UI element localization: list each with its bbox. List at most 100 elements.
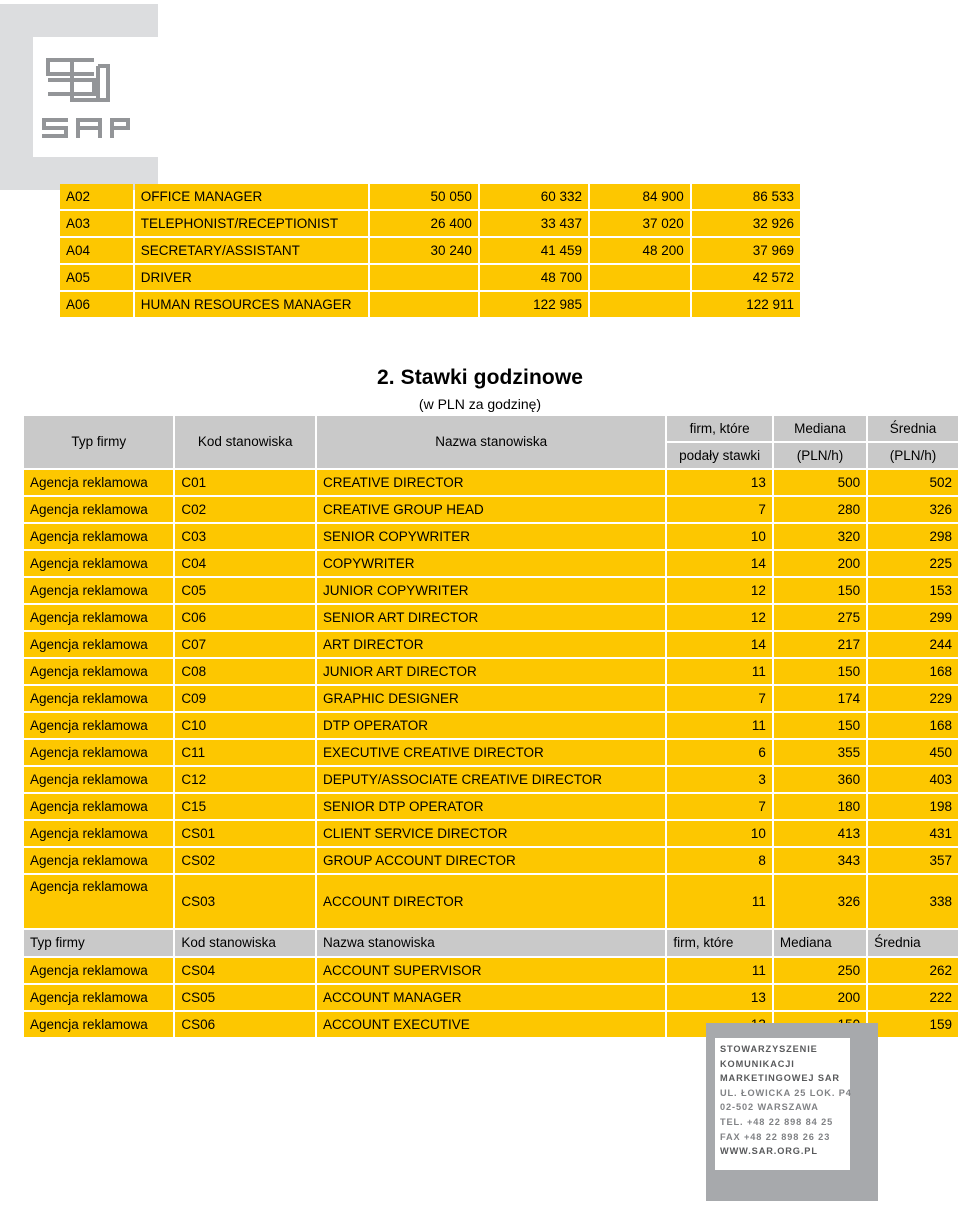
top-table-body: A02 OFFICE MANAGER 50 050 60 332 84 900 86 53… xyxy=(60,184,800,317)
cell-nazwa-stanowiska: JUNIOR ART DIRECTOR xyxy=(317,659,666,684)
column-header-mediana-line1: Mediana xyxy=(773,416,867,441)
cell-nazwa-stanowiska: CREATIVE DIRECTOR xyxy=(317,470,666,495)
cell-firm-count: 11 xyxy=(667,659,772,684)
cell-firm-count: 3 xyxy=(667,767,772,792)
cell-code: A06 xyxy=(60,292,133,317)
cell-value-2: 33 437 xyxy=(479,211,588,236)
table-row: Agencja reklamowa C06 SENIOR ART DIRECTOR 1… xyxy=(24,605,958,630)
cell-nazwa-stanowiska: COPYWRITER xyxy=(317,551,666,576)
hourly-rates-table-body: Agencja reklamowa C01 CREATIVE DIRECTOR 13 5… xyxy=(24,470,958,1037)
cell-firm-count: 11 xyxy=(667,958,772,983)
table-row: Agencja reklamowa C08 JUNIOR ART DIRECTOR 1… xyxy=(24,659,958,684)
hourly-rates-table-head: Typ firmy Kod stanowiska Nazwa stanowisk… xyxy=(24,416,958,468)
cell-value-3 xyxy=(589,292,690,317)
sar-footer-address-block: STOWARZYSZENIE KOMUNIKACJI MARKETINGOWEJ S… xyxy=(706,1023,878,1201)
cell-position-name: OFFICE MANAGER xyxy=(134,184,368,209)
cell-srednia: 450 xyxy=(868,740,958,765)
cell-nazwa-stanowiska: ACCOUNT MANAGER xyxy=(317,985,666,1010)
cell-value-4: 37 969 xyxy=(691,238,800,263)
cell-firm-count: 14 xyxy=(667,632,772,657)
cell-value-1: 26 400 xyxy=(369,211,478,236)
cell-mediana: 343 xyxy=(773,848,867,873)
cell-nazwa-stanowiska: DTP OPERATOR xyxy=(317,713,666,738)
cell-nazwa-stanowiska: ART DIRECTOR xyxy=(317,632,666,657)
footer-address-text: STOWARZYSZENIE KOMUNIKACJI MARKETINGOWEJ S… xyxy=(720,1042,851,1159)
cell-typ-firmy: Agencja reklamowa xyxy=(24,848,174,873)
table-row: Agencja reklamowa C04 COPYWRITER 14 200 225 xyxy=(24,551,958,576)
cell-kod-stanowiska: CS02 xyxy=(175,848,315,873)
cell-typ-firmy: Agencja reklamowa xyxy=(24,1012,174,1037)
cell-position-name: TELEPHONIST/RECEPTIONIST xyxy=(134,211,368,236)
cell-value-2: 41 459 xyxy=(479,238,588,263)
cell-mediana: 250 xyxy=(773,958,867,983)
cell-mediana: 200 xyxy=(773,985,867,1010)
column-header-firm-line2: podały stawki xyxy=(667,443,772,468)
cell-firm-count: 14 xyxy=(667,551,772,576)
cell-nazwa-stanowiska: SENIOR ART DIRECTOR xyxy=(317,605,666,630)
table-row: Agencja reklamowa C10 DTP OPERATOR 11 150 168 xyxy=(24,713,958,738)
cell-nazwa-stanowiska: CLIENT SERVICE DIRECTOR xyxy=(317,821,666,846)
cell-value-4: 32 926 xyxy=(691,211,800,236)
cell-firm-count: 13 xyxy=(667,985,772,1010)
table-row: Agencja reklamowa C01 CREATIVE DIRECTOR 13 5… xyxy=(24,470,958,495)
cell-typ-firmy: Agencja reklamowa xyxy=(24,740,174,765)
cell-mediana: 174 xyxy=(773,686,867,711)
cell-value-1: 30 240 xyxy=(369,238,478,263)
cell-value-1 xyxy=(369,292,478,317)
cell-srednia: 298 xyxy=(868,524,958,549)
cell-mediana: 280 xyxy=(773,497,867,522)
table-row: Agencja reklamowa C11 EXECUTIVE CREATIVE D… xyxy=(24,740,958,765)
cell-mediana: 275 xyxy=(773,605,867,630)
cell-code: A05 xyxy=(60,265,133,290)
cell-kod-stanowiska: C12 xyxy=(175,767,315,792)
cell-kod-stanowiska: C04 xyxy=(175,551,315,576)
column-header-srednia-line2: (PLN/h) xyxy=(868,443,958,468)
cell-nazwa-stanowiska: ACCOUNT DIRECTOR xyxy=(317,875,666,928)
cell-firm-count: 12 xyxy=(667,578,772,603)
cell-value-4: 42 572 xyxy=(691,265,800,290)
cell-mediana: 360 xyxy=(773,767,867,792)
cell-position-name: HUMAN RESOURCES MANAGER xyxy=(134,292,368,317)
cell-mediana: 150 xyxy=(773,713,867,738)
cell-nazwa-stanowiska: CREATIVE GROUP HEAD xyxy=(317,497,666,522)
cell-kod-stanowiska: C05 xyxy=(175,578,315,603)
footer-line: FAX +48 22 898 26 23 xyxy=(720,1131,831,1142)
column-header-typ-firmy: Typ firmy xyxy=(24,416,174,468)
cell-firm-count: 12 xyxy=(667,605,772,630)
cell-value-3: 37 020 xyxy=(589,211,690,236)
footer-line: MARKETINGOWEJ SAR xyxy=(720,1073,840,1084)
cell-nazwa-stanowiska: DEPUTY/ASSOCIATE CREATIVE DIRECTOR xyxy=(317,767,666,792)
table-header-row: Typ firmy Kod stanowiska Nazwa stanowisk… xyxy=(24,416,958,468)
cell-code: A02 xyxy=(60,184,133,209)
repeated-header-row: Typ firmy Kod stanowiska Nazwa stanowiska f… xyxy=(24,930,958,956)
cell-firm-count: 7 xyxy=(667,686,772,711)
table-row: Agencja reklamowa C09 GRAPHIC DESIGNER 7 174… xyxy=(24,686,958,711)
cell-typ-firmy: Agencja reklamowa xyxy=(24,713,174,738)
cell-typ-firmy: Agencja reklamowa xyxy=(24,875,174,928)
cell-nazwa-stanowiska: GRAPHIC DESIGNER xyxy=(317,686,666,711)
cell-firm-count: 11 xyxy=(667,875,772,928)
column-header-kod-repeat: Kod stanowiska xyxy=(175,930,315,956)
table-row: A03 TELEPHONIST/RECEPTIONIST 26 400 33 437 3… xyxy=(60,211,800,236)
cell-value-2: 48 700 xyxy=(479,265,588,290)
table-row: A06 HUMAN RESOURCES MANAGER 122 985 122 911 xyxy=(60,292,800,317)
cell-kod-stanowiska: C09 xyxy=(175,686,315,711)
section-subtitle: (w PLN za godzinę) xyxy=(418,396,542,412)
column-header-srednia-repeat: Średnia xyxy=(868,930,958,956)
cell-kod-stanowiska: C10 xyxy=(175,713,315,738)
cell-value-1 xyxy=(369,265,478,290)
cell-kod-stanowiska: CS01 xyxy=(175,821,315,846)
footer-line: TEL. +48 22 898 84 25 xyxy=(720,1116,834,1127)
cell-value-4: 86 533 xyxy=(691,184,800,209)
cell-srednia: 244 xyxy=(868,632,958,657)
cell-kod-stanowiska: C01 xyxy=(175,470,315,495)
cell-typ-firmy: Agencja reklamowa xyxy=(24,524,174,549)
cell-typ-firmy: Agencja reklamowa xyxy=(24,470,174,495)
cell-kod-stanowiska: C03 xyxy=(175,524,315,549)
cell-firm-count: 7 xyxy=(667,497,772,522)
column-header-typ-firmy-repeat: Typ firmy xyxy=(24,930,174,956)
cell-srednia: 262 xyxy=(868,958,958,983)
cell-firm-count: 6 xyxy=(667,740,772,765)
table-row: Agencja reklamowa C07 ART DIRECTOR 14 217 244 xyxy=(24,632,958,657)
table-row: Agencja reklamowa CS04 ACCOUNT SUPERVISOR 1… xyxy=(24,958,958,983)
